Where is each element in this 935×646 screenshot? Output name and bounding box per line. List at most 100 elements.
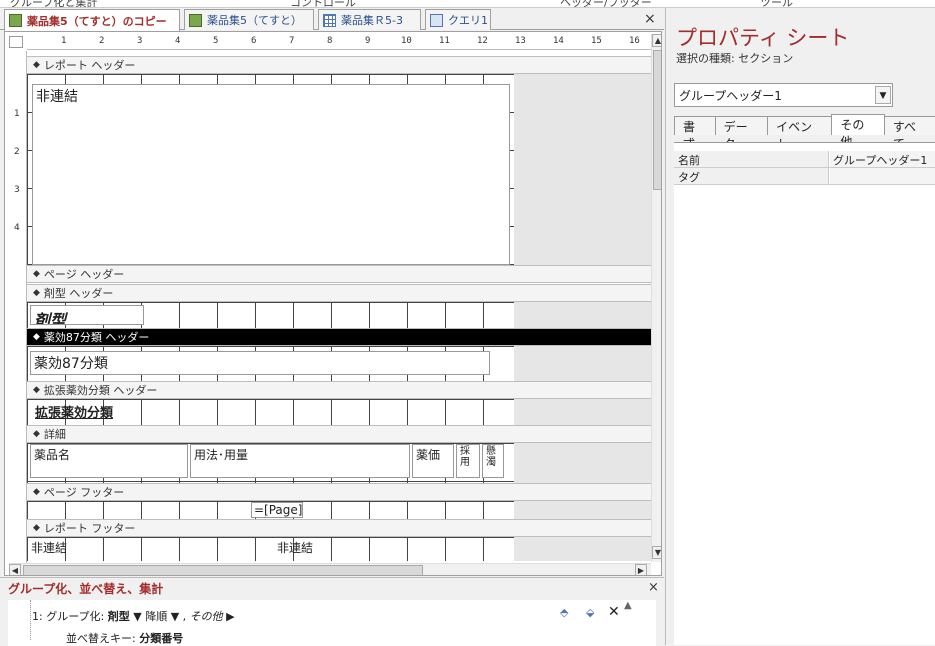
field-drug-name[interactable]: 薬品名: [30, 444, 188, 478]
chevron-down-icon[interactable]: ▼: [133, 610, 145, 623]
section-bar-page-footer[interactable]: ◆ ページ フッター: [27, 483, 651, 501]
scroll-thumb[interactable]: [23, 565, 423, 575]
report-canvas[interactable]: ◆ レポート ヘッダー 非連結 ◆ ページ ヘッダー ◆ 剤型 ヘッダー 剤型 …: [27, 51, 651, 561]
delete-level-icon[interactable]: ✕: [608, 604, 620, 620]
section-report-header[interactable]: 非連結: [27, 74, 651, 265]
property-name: 名前: [674, 151, 829, 167]
selection-type-label: 選択の種類: セクション: [676, 52, 794, 65]
property-name: タグ: [674, 168, 829, 184]
property-grid: 名前 グループヘッダー1 タグ: [674, 142, 935, 645]
tab-table[interactable]: 薬品集Ｒ5-3: [318, 9, 421, 30]
tab-report[interactable]: 薬品集5（てすと）: [184, 9, 314, 30]
section-bar-detail[interactable]: ◆ 詳細: [27, 425, 651, 443]
tab-report-copy[interactable]: 薬品集5（てすと）のコピー: [4, 9, 180, 31]
section-label: ページ フッター: [43, 486, 125, 499]
property-row[interactable]: 名前 グループヘッダー1: [674, 151, 935, 168]
group-field-control[interactable]: 拡張薬効分類: [32, 401, 182, 421]
vertical-scrollbar[interactable]: ▲ ▼: [651, 34, 661, 562]
section-label: 薬効87分類 ヘッダー: [43, 331, 150, 344]
section-bar-report-footer[interactable]: ◆ レポート フッター: [27, 519, 651, 537]
move-down-icon[interactable]: ⬙: [586, 606, 594, 619]
section-bar-report-header[interactable]: ◆ レポート ヘッダー: [27, 56, 651, 74]
tab-label: 薬品集5（てすと）: [207, 14, 302, 27]
horizontal-scrollbar[interactable]: ◀ ▶: [9, 563, 651, 575]
horizontal-ruler[interactable]: 1 2 3 4 5 6 7 8 9 10 11 12 13 14 15 16: [27, 34, 651, 50]
group-sort-pane: グループ化、並べ替え、集計 × 1: グループ化: 剤型 ▼ 降順 ▼ , その…: [0, 577, 664, 646]
section-label: 拡張薬効分類 ヘッダー: [43, 384, 158, 397]
pane-scroll-up-icon[interactable]: ▲: [624, 600, 632, 611]
ribbon-fragment: ツール: [760, 0, 793, 8]
field-suspension[interactable]: 懸濁: [482, 444, 504, 478]
section-report-footer[interactable]: 非連結 非連結: [27, 537, 651, 561]
group-sort-list: 1: グループ化: 剤型 ▼ 降順 ▼ , その他 ▶ ⬘ ⬙ ✕ ▲ 並べ替え…: [8, 600, 656, 646]
move-up-icon[interactable]: ⬘: [560, 606, 568, 619]
object-selector[interactable]: グループヘッダー1 ▼: [674, 83, 893, 107]
tree-connector: [30, 600, 31, 640]
group-field-control[interactable]: 薬効87分類: [30, 351, 490, 375]
query-icon: [430, 13, 443, 27]
scroll-up-icon[interactable]: ▲: [652, 34, 661, 47]
tab-event[interactable]: イベント: [767, 116, 833, 151]
unbound-control[interactable]: 非連結: [28, 538, 128, 556]
section-group-header[interactable]: 薬効87分類: [27, 346, 651, 381]
tab-data[interactable]: データ: [714, 116, 769, 151]
more-options-link[interactable]: その他 ▶: [190, 610, 235, 623]
scroll-thumb[interactable]: [653, 50, 661, 190]
field-adopted[interactable]: 採用: [456, 444, 480, 478]
section-arrow-icon: ◆: [33, 429, 40, 439]
section-group-header[interactable]: 剤型: [27, 302, 651, 328]
property-value[interactable]: [830, 168, 935, 184]
section-label: 詳細: [43, 428, 66, 441]
sort-order-select[interactable]: 降順: [145, 610, 167, 623]
tab-all[interactable]: すべて: [883, 116, 935, 151]
close-pane-icon[interactable]: ×: [648, 580, 659, 595]
section-label: 剤型 ヘッダー: [43, 287, 114, 300]
sort-field-select[interactable]: 分類番号: [139, 632, 183, 645]
page-number-control[interactable]: =[Page]: [251, 502, 303, 518]
document-tab-bar: 薬品集5（てすと）のコピー 薬品集5（てすと） 薬品集Ｒ5-3 クエリ1 ×: [0, 8, 664, 31]
section-label: レポート フッター: [43, 522, 136, 535]
group-sort-title: グループ化、並べ替え、集計: [8, 582, 164, 596]
scroll-left-icon[interactable]: ◀: [9, 564, 21, 575]
section-page-footer[interactable]: =[Page]: [27, 501, 651, 519]
unbound-control[interactable]: 非連結: [32, 84, 510, 265]
section-detail[interactable]: 薬品名 用法･用量 薬価 採用 懸濁: [27, 443, 651, 483]
report-icon: [9, 14, 22, 27]
section-arrow-icon: ◆: [33, 523, 40, 533]
group-field-control[interactable]: 剤型: [30, 305, 144, 325]
section-bar-page-header[interactable]: ◆ ページ ヘッダー: [27, 265, 651, 283]
section-group-header[interactable]: 拡張薬効分類: [27, 399, 651, 425]
tab-label: 薬品集5（てすと）のコピー: [27, 14, 167, 28]
group-level-row[interactable]: 1: グループ化: 剤型 ▼ 降順 ▼ , その他 ▶: [32, 608, 235, 624]
property-row[interactable]: タグ: [674, 168, 935, 185]
section-label: ページ ヘッダー: [43, 268, 125, 281]
chevron-down-icon[interactable]: ▼ ,: [171, 610, 190, 623]
tab-format[interactable]: 書式: [674, 116, 716, 151]
report-design-view[interactable]: 1 2 3 4 5 6 7 8 9 10 11 12 13 14 15 16 1…: [4, 31, 662, 576]
scroll-down-icon[interactable]: ▼: [652, 546, 661, 559]
field-price[interactable]: 薬価: [412, 444, 454, 478]
ruler-corner[interactable]: [9, 36, 23, 48]
close-document-icon[interactable]: ×: [644, 11, 656, 27]
section-bar-group-header-selected[interactable]: ◆ 薬効87分類 ヘッダー: [27, 328, 651, 346]
scroll-right-icon[interactable]: ▶: [635, 564, 647, 575]
ribbon-fragment: コントロール: [290, 0, 356, 8]
chevron-down-icon[interactable]: ▼: [875, 86, 891, 104]
group-field-select[interactable]: 剤型: [108, 610, 130, 623]
section-arrow-icon: ◆: [33, 60, 40, 70]
object-selector-value: グループヘッダー1: [679, 89, 782, 103]
tab-other[interactable]: その他: [831, 114, 885, 149]
section-label: レポート ヘッダー: [43, 59, 136, 72]
report-icon: [189, 13, 202, 27]
unbound-control[interactable]: 非連結: [274, 538, 374, 556]
field-dosage[interactable]: 用法･用量: [190, 444, 410, 478]
section-bar-group-header[interactable]: ◆ 拡張薬効分類 ヘッダー: [27, 381, 651, 399]
sort-level-row[interactable]: 並べ替えキー: 分類番号: [66, 630, 183, 646]
property-value[interactable]: グループヘッダー1: [830, 151, 935, 167]
section-bar-group-header[interactable]: ◆ 剤型 ヘッダー: [27, 284, 651, 302]
vertical-ruler[interactable]: 1 2 3 4: [5, 51, 27, 571]
table-icon: [323, 13, 336, 27]
tab-label: クエリ1: [448, 14, 488, 27]
section-arrow-icon: ◆: [33, 269, 40, 279]
tab-query[interactable]: クエリ1: [425, 9, 491, 30]
